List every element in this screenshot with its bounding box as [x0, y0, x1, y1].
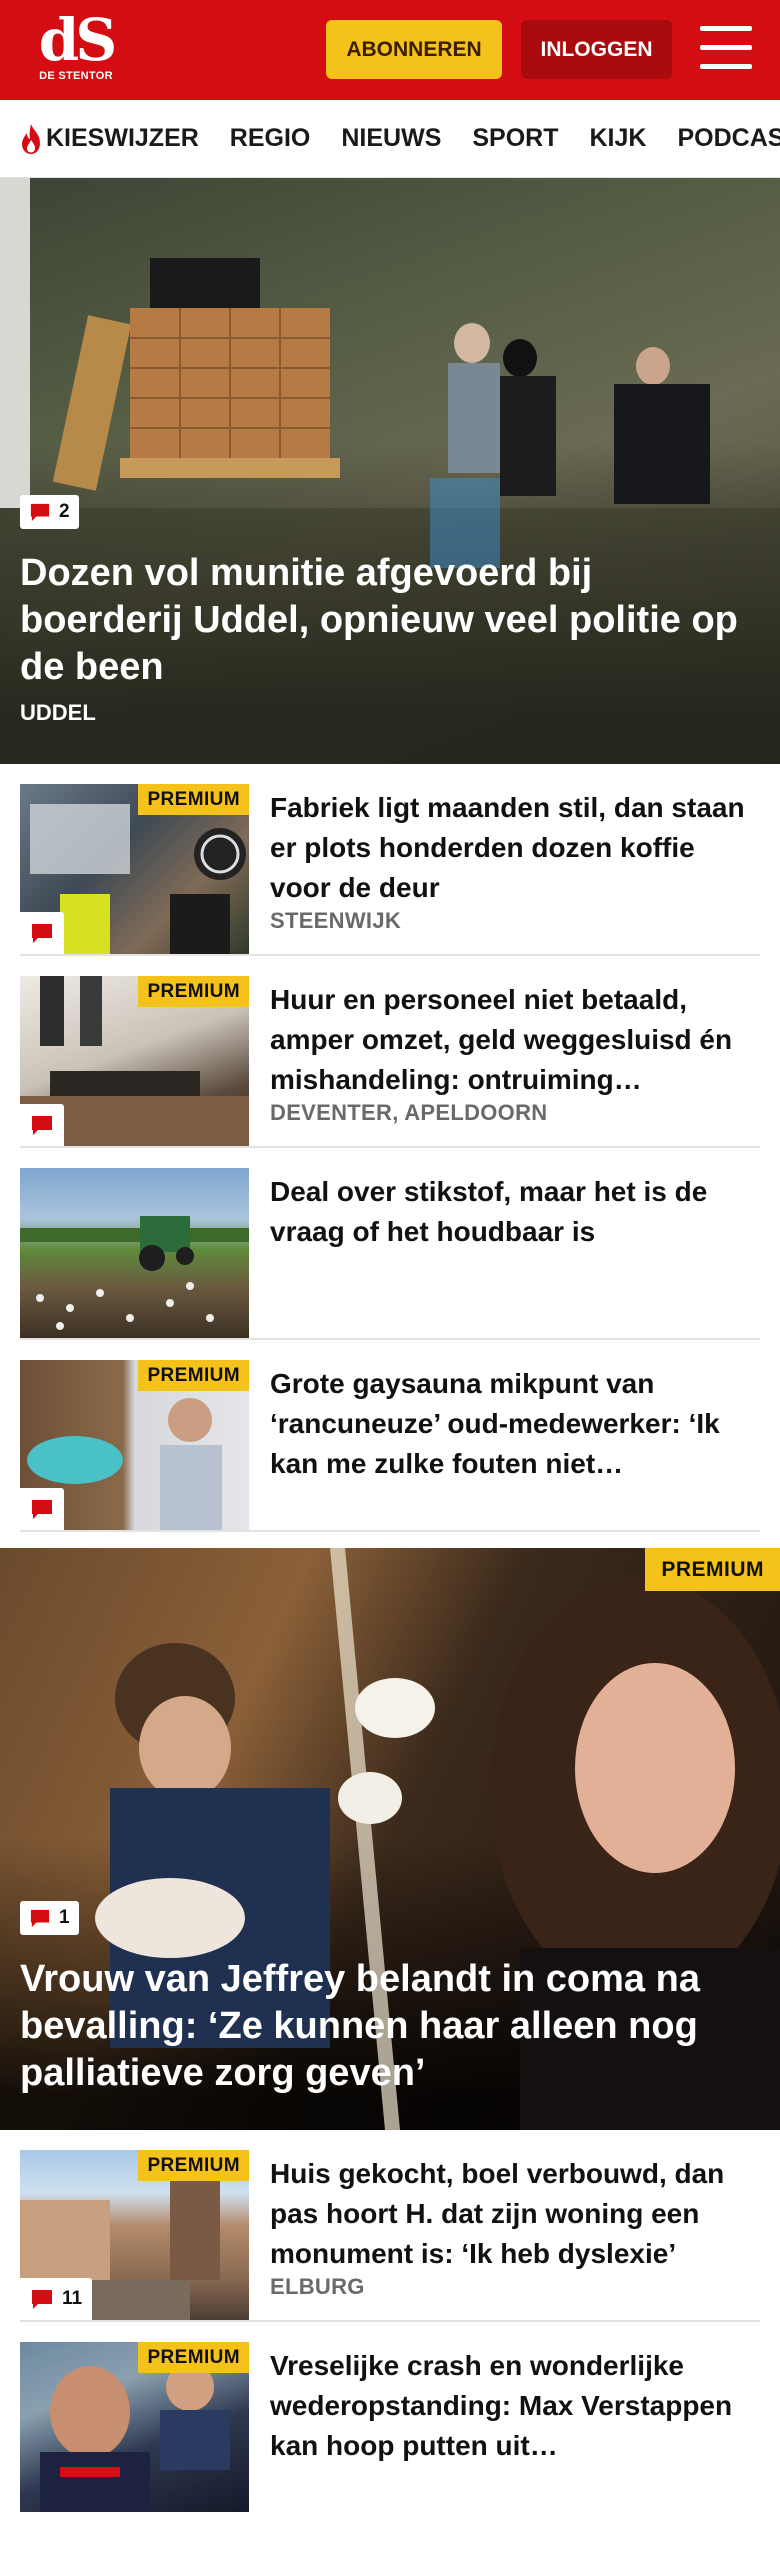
site-header: dS DE STENTOR ABONNEREN INLOGGEN	[0, 0, 780, 100]
article-thumbnail: PREMIUM	[20, 976, 249, 1146]
list-item[interactable]: PREMIUM 11 Huis gekocht, boel verbouwd, …	[20, 2130, 760, 2322]
comment-count: 1	[59, 1907, 70, 1928]
comment-badge[interactable]	[20, 1104, 64, 1146]
nav-item-sport[interactable]: SPORT	[472, 124, 558, 153]
site-logo[interactable]: dS DE STENTOR	[28, 6, 124, 90]
logo-name: DE STENTOR	[39, 70, 113, 82]
flame-icon	[22, 123, 40, 154]
subscribe-button[interactable]: ABONNEREN	[326, 20, 502, 79]
comment-icon	[30, 503, 50, 522]
list-item[interactable]: PREMIUM Fabriek ligt maanden stil, dan s…	[20, 764, 760, 956]
comment-count-badge[interactable]: 1	[20, 1901, 79, 1935]
hero-headline[interactable]: Vrouw van Jeffrey belandt in coma na bev…	[20, 1956, 750, 2097]
article-thumbnail: PREMIUM 11	[20, 2150, 249, 2320]
nav-item-kijk[interactable]: KIJK	[590, 124, 647, 153]
article-headline[interactable]: Fabriek ligt maanden stil, dan staan er …	[270, 788, 746, 908]
list-item[interactable]: PREMIUM Vreselijke crash en wonderlijke …	[20, 2322, 760, 2514]
hero-location-tag: UDDEL	[20, 700, 96, 725]
hero-headline[interactable]: Dozen vol munitie afgevoerd bij boerderi…	[20, 550, 750, 691]
comment-icon	[32, 924, 52, 943]
list-item[interactable]: Deal over stikstof, maar het is de vraag…	[20, 1148, 760, 1340]
list-item[interactable]: PREMIUM Grote gaysauna mikpunt van ‘ranc…	[20, 1340, 760, 1532]
list-item[interactable]: PREMIUM Huur en personeel niet betaald, …	[20, 956, 760, 1148]
comment-icon	[32, 1116, 52, 1135]
article-thumbnail: PREMIUM	[20, 1360, 249, 1530]
nav-item-kieswijzer[interactable]: KIESWIJZER	[18, 123, 199, 155]
comment-icon	[32, 1500, 52, 1519]
article-headline[interactable]: Grote gaysauna mikpunt van ‘rancuneuze’ …	[270, 1364, 746, 1484]
comment-badge[interactable]	[20, 1488, 64, 1530]
comment-badge[interactable]: 11	[20, 2278, 93, 2320]
thumbnail-image	[20, 1216, 249, 1330]
article-headline[interactable]: Deal over stikstof, maar het is de vraag…	[270, 1172, 746, 1252]
premium-badge: PREMIUM	[645, 1548, 780, 1591]
article-thumbnail: PREMIUM	[20, 784, 249, 954]
login-button[interactable]: INLOGGEN	[521, 20, 672, 79]
article-location-tag: ELBURG	[270, 2274, 365, 2299]
premium-badge: PREMIUM	[138, 784, 249, 815]
article-list: PREMIUM Fabriek ligt maanden stil, dan s…	[0, 764, 780, 1532]
hero-article[interactable]: PREMIUM 1 Vrouw van Jeffrey belandt in c…	[0, 1548, 780, 2130]
article-thumbnail: PREMIUM	[20, 2342, 249, 2512]
comment-icon	[32, 2290, 52, 2309]
main-navigation: KIESWIJZER REGIO NIEUWS SPORT KIJK PODCA…	[0, 100, 780, 178]
hero-article[interactable]: 2 Dozen vol munitie afgevoerd bij boerde…	[0, 178, 780, 764]
nav-item-nieuws[interactable]: NIEUWS	[341, 124, 441, 153]
premium-badge: PREMIUM	[138, 1360, 249, 1391]
article-headline[interactable]: Vreselijke crash en wonderlijke wederops…	[270, 2346, 746, 2466]
comment-badge[interactable]	[20, 912, 64, 954]
comment-icon	[30, 1909, 50, 1928]
nav-label: KIESWIJZER	[46, 124, 199, 152]
premium-badge: PREMIUM	[138, 2342, 249, 2373]
article-list: PREMIUM 11 Huis gekocht, boel verbouwd, …	[0, 2130, 780, 2514]
article-headline[interactable]: Huur en personeel niet betaald, amper om…	[270, 980, 746, 1100]
comment-count-badge[interactable]: 2	[20, 495, 79, 529]
article-thumbnail	[20, 1168, 249, 1338]
nav-item-regio[interactable]: REGIO	[230, 124, 311, 153]
comment-count: 11	[62, 2288, 83, 2309]
article-location-tag: DEVENTER, APELDOORN	[270, 1100, 548, 1125]
logo-mark: dS	[38, 6, 117, 74]
nav-item-podcast[interactable]: PODCAST	[677, 124, 780, 153]
comment-count: 2	[59, 501, 70, 522]
premium-badge: PREMIUM	[138, 2150, 249, 2181]
article-headline[interactable]: Huis gekocht, boel verbouwd, dan pas hoo…	[270, 2154, 746, 2274]
article-location-tag: STEENWIJK	[270, 908, 402, 933]
premium-badge: PREMIUM	[138, 976, 249, 1007]
menu-icon[interactable]	[700, 26, 752, 72]
